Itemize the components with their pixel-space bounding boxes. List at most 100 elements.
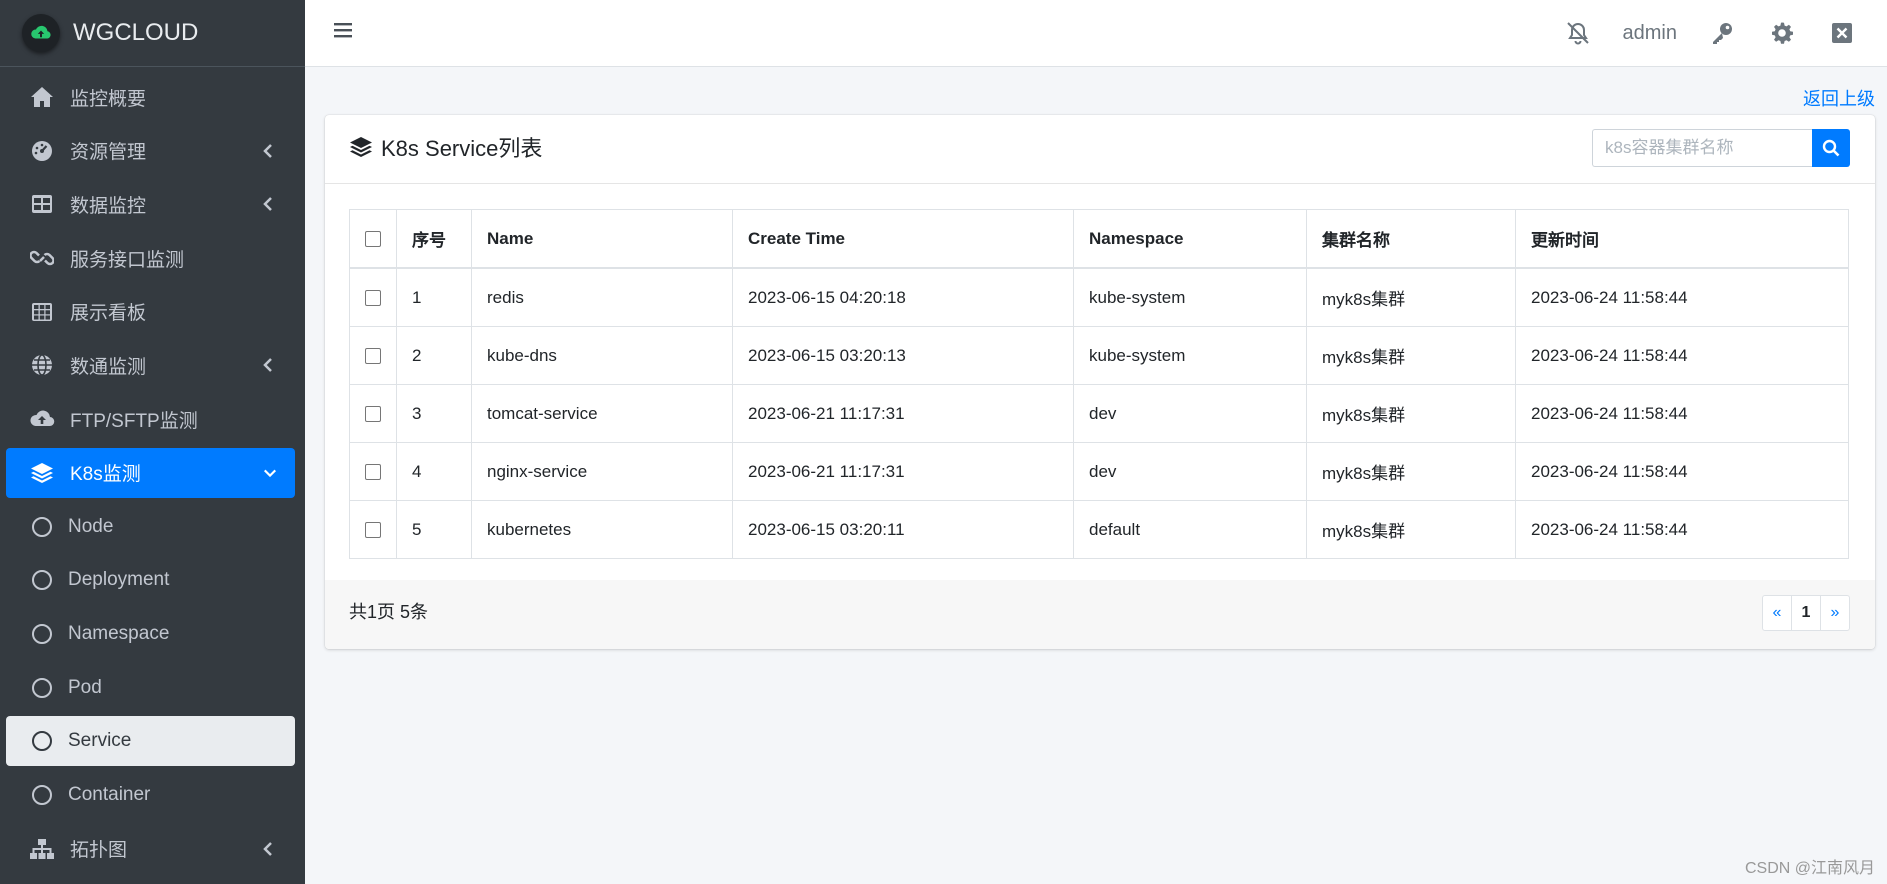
sidebar-subitem-service[interactable]: Service (6, 716, 295, 767)
cell-name: nginx-service (471, 442, 733, 501)
sidebar-item-label: 资源管理 (70, 142, 147, 164)
pagination-prev[interactable]: « (1762, 595, 1792, 631)
sidebar-subitem-deployment[interactable]: Deployment (6, 555, 295, 605)
table-row: 5 kubernetes 2023-06-15 03:20:11 default… (349, 500, 1849, 559)
cloud-upload-logo-icon (22, 14, 60, 52)
cell-cluster-name: myk8s集群 (1306, 500, 1516, 559)
row-checkbox[interactable] (365, 464, 381, 481)
cell-index: 4 (396, 442, 472, 501)
globe-icon (28, 351, 56, 379)
sidebar-item-label: Container (68, 783, 151, 805)
select-all-checkbox[interactable] (365, 231, 381, 248)
gear-icon[interactable] (1767, 18, 1797, 48)
sidebar-item-label: Deployment (68, 569, 170, 591)
pagination-next[interactable]: » (1820, 595, 1850, 631)
hamburger-menu-icon[interactable] (333, 20, 357, 44)
table-wrapper: 序号 Name Create Time Namespace 集群名称 更新时间 … (349, 209, 1849, 559)
sidebar-item-label: Namespace (68, 622, 170, 644)
sidebar-item-label: Pod (68, 676, 102, 698)
sidebar-item-service-api-monitor[interactable]: 服务接口监测 (6, 233, 295, 283)
table-row: 1 redis 2023-06-15 04:20:18 kube-system … (349, 267, 1849, 327)
sidebar-subitem-namespace[interactable]: Namespace (6, 609, 295, 659)
search-group (1592, 129, 1850, 167)
table-row: 3 tomcat-service 2023-06-21 11:17:31 dev… (349, 384, 1849, 443)
sidebar-subitem-pod[interactable]: Pod (6, 663, 295, 713)
pagination-summary: 共1页 5条 (349, 602, 429, 622)
cell-name: tomcat-service (471, 384, 733, 443)
home-icon (28, 83, 56, 111)
card-title-text: K8s Service列表 (381, 136, 543, 161)
sidebar-item-data-monitor[interactable]: 数据监控 (6, 179, 295, 229)
sidebar-item-topology[interactable]: 拓扑图 (6, 824, 295, 874)
service-list-card: K8s Service列表 序号 Name Create Time Namesp… (325, 115, 1875, 649)
sidebar-item-label: 数据监控 (70, 195, 147, 217)
circle-outline-icon (28, 620, 56, 648)
cell-namespace: kube-system (1073, 267, 1307, 327)
chevron-down-icon (263, 466, 277, 480)
cell-cluster-name: myk8s集群 (1306, 326, 1516, 385)
bell-slash-icon[interactable] (1563, 18, 1593, 48)
column-header: 集群名称 (1306, 209, 1516, 269)
row-checkbox[interactable] (365, 522, 381, 539)
cloud-upload-icon (28, 405, 56, 433)
column-header: 序号 (396, 209, 472, 269)
chevron-left-icon (263, 197, 277, 212)
sidebar-item-label: FTP/SFTP监测 (70, 410, 198, 432)
sidebar-subitem-node[interactable]: Node (6, 502, 295, 552)
column-header: Namespace (1073, 209, 1307, 269)
key-icon[interactable] (1707, 18, 1737, 48)
pagination-page-1[interactable]: 1 (1791, 595, 1821, 631)
circle-outline-icon (28, 674, 56, 702)
cell-index: 5 (396, 500, 472, 559)
cluster-search-input[interactable] (1592, 129, 1812, 167)
brand-name: WGCLOUD (73, 19, 199, 46)
table-header-row: 序号 Name Create Time Namespace 集群名称 更新时间 (349, 209, 1849, 269)
cell-update-time: 2023-06-24 11:58:44 (1515, 326, 1849, 385)
cell-name: kubernetes (471, 500, 733, 559)
sidebar-item-network-monitor[interactable]: 数通监测 (6, 340, 295, 390)
navbar-right: admin (1563, 0, 1887, 66)
cell-cluster-name: myk8s集群 (1306, 384, 1516, 443)
sidebar-item-k8s-monitor[interactable]: K8s监测 (6, 447, 295, 498)
row-checkbox[interactable] (365, 290, 381, 307)
select-cell (349, 384, 397, 443)
layers-icon (28, 459, 56, 487)
cell-index: 1 (396, 267, 472, 327)
cell-update-time: 2023-06-24 11:58:44 (1515, 500, 1849, 559)
column-header: Name (471, 209, 733, 269)
cell-namespace: kube-system (1073, 326, 1307, 385)
sidebar-nav: 监控概要 资源管理 数据监控 服务接口监测 展示看板 数通监测 FTP/SFTP… (0, 72, 305, 874)
sidebar-subitem-container[interactable]: Container (6, 770, 295, 820)
table-row: 4 nginx-service 2023-06-21 11:17:31 dev … (349, 442, 1849, 501)
select-cell (349, 442, 397, 501)
row-checkbox[interactable] (365, 406, 381, 423)
cell-create-time: 2023-06-15 03:20:13 (732, 326, 1074, 385)
sidebar-item-resource-management[interactable]: 资源管理 (6, 126, 295, 176)
row-checkbox[interactable] (365, 348, 381, 365)
cell-create-time: 2023-06-15 04:20:18 (732, 267, 1074, 327)
cell-index: 2 (396, 326, 472, 385)
cell-name: redis (471, 267, 733, 327)
sidebar-item-label: 展示看板 (70, 303, 147, 325)
sidebar-item-label: 服务接口监测 (70, 249, 185, 271)
sidebar-item-monitor-overview[interactable]: 监控概要 (6, 72, 295, 122)
sidebar-item-label: K8s监测 (70, 464, 141, 486)
select-all-cell (349, 209, 397, 269)
sidebar-item-ftp-sftp-monitor[interactable]: FTP/SFTP监测 (6, 394, 295, 444)
sitemap-icon (28, 835, 56, 863)
username[interactable]: admin (1623, 22, 1677, 45)
cell-create-time: 2023-06-15 03:20:11 (732, 500, 1074, 559)
column-header: 更新时间 (1515, 209, 1849, 269)
sidebar: WGCLOUD 监控概要 资源管理 数据监控 服务接口监测 展示看板 数通监测 (0, 0, 305, 884)
back-link[interactable]: 返回上级 (1803, 85, 1875, 111)
brand[interactable]: WGCLOUD (0, 0, 305, 67)
cell-update-time: 2023-06-24 11:58:44 (1515, 384, 1849, 443)
card-footer: 共1页 5条 « 1 » (325, 580, 1875, 649)
cell-create-time: 2023-06-21 11:17:31 (732, 442, 1074, 501)
sidebar-item-label: 拓扑图 (70, 840, 128, 862)
cell-namespace: dev (1073, 384, 1307, 443)
search-button[interactable] (1812, 129, 1850, 167)
sidebar-item-display-board[interactable]: 展示看板 (6, 287, 295, 337)
table-icon (28, 190, 56, 218)
close-square-icon[interactable] (1827, 18, 1857, 48)
